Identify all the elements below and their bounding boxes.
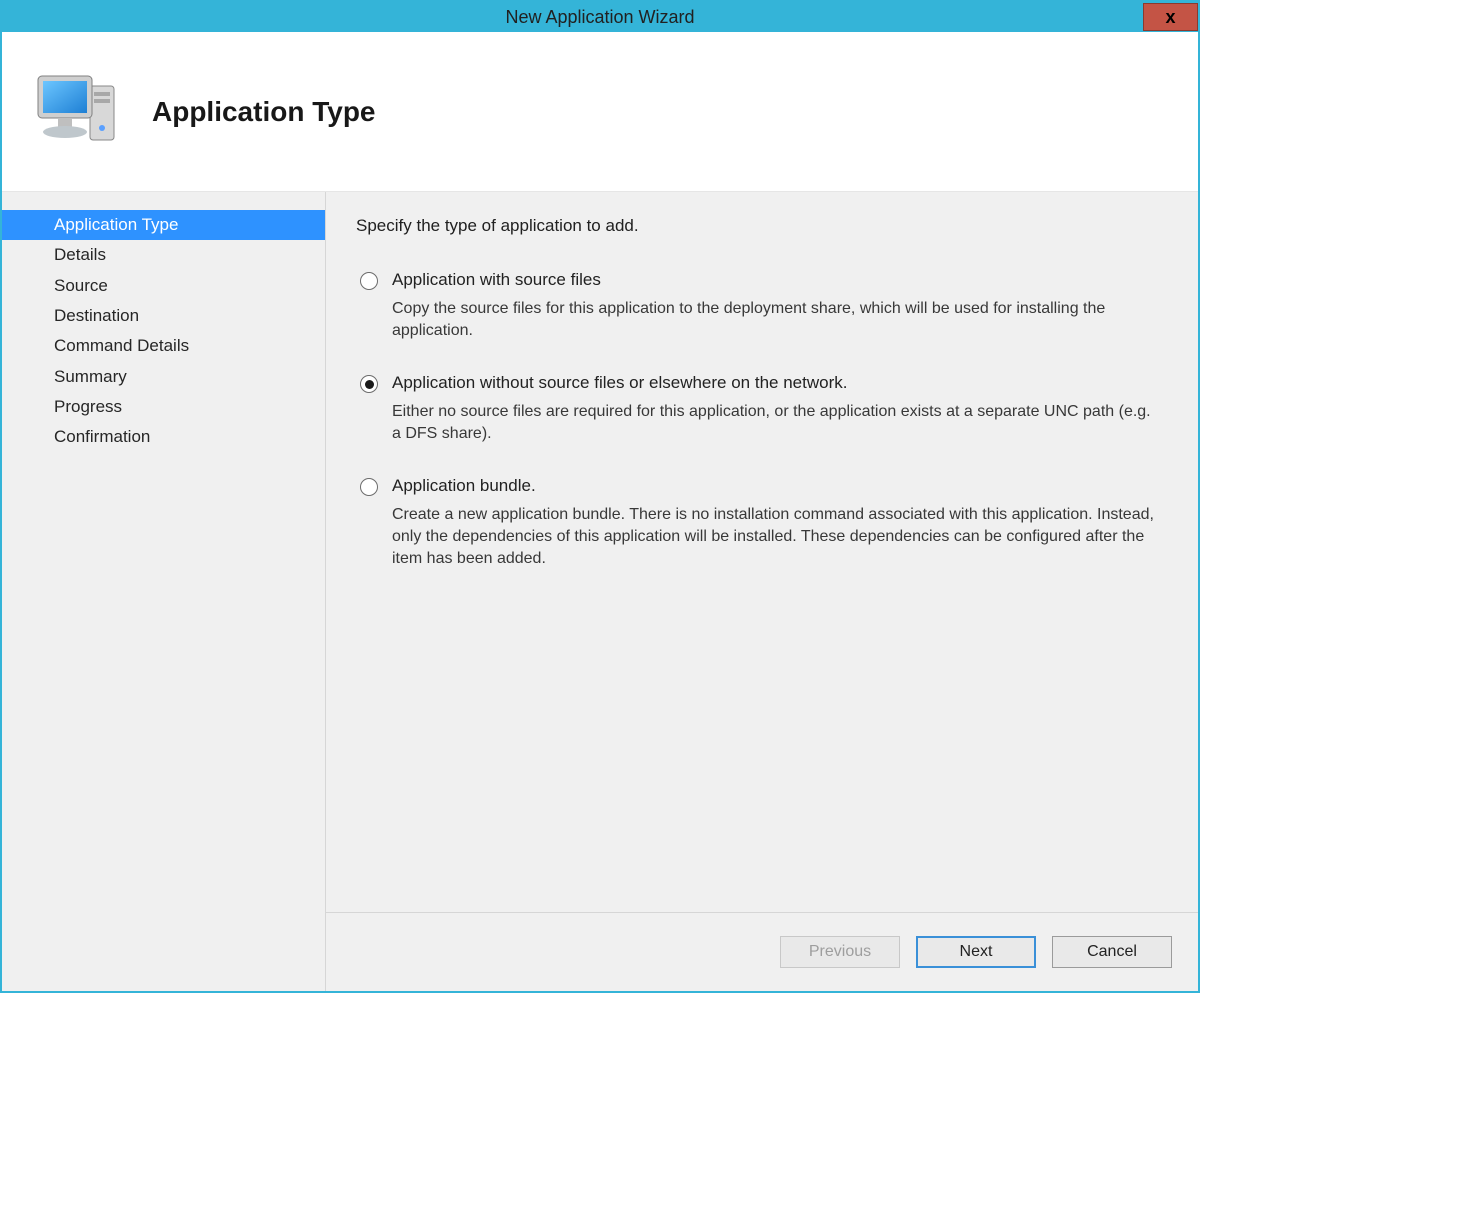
wizard-window: New Application Wizard x: [0, 0, 1200, 993]
option-label: Application bundle.: [392, 476, 1168, 496]
wizard-step-destination[interactable]: Destination: [2, 301, 325, 331]
instruction-text: Specify the type of application to add.: [356, 216, 1168, 236]
option-row: Application with source files Copy the so…: [356, 270, 1168, 341]
page-title: Application Type: [152, 96, 376, 128]
option-description: Create a new application bundle. There i…: [392, 504, 1168, 569]
window-title: New Application Wizard: [2, 7, 1198, 28]
wizard-body: Application TypeDetailsSourceDestination…: [2, 192, 1198, 991]
previous-button: Previous: [780, 936, 900, 968]
computer-icon: [32, 68, 122, 155]
option-text: Application bundle. Create a new applicat…: [392, 476, 1168, 569]
option-description: Either no source files are required for …: [392, 401, 1168, 444]
wizard-step-details[interactable]: Details: [2, 240, 325, 270]
wizard-steps-sidebar: Application TypeDetailsSourceDestination…: [2, 192, 326, 991]
wizard-header: Application Type: [2, 32, 1198, 192]
cancel-button[interactable]: Cancel: [1052, 936, 1172, 968]
wizard-step-command-details[interactable]: Command Details: [2, 331, 325, 361]
content-wrap: Specify the type of application to add. …: [326, 192, 1198, 991]
wizard-content: Specify the type of application to add. …: [326, 192, 1198, 913]
option-text: Application without source files or else…: [392, 373, 1168, 444]
wizard-step-progress[interactable]: Progress: [2, 392, 325, 422]
option-description: Copy the source files for this applicati…: [392, 298, 1168, 341]
wizard-step-confirmation[interactable]: Confirmation: [2, 422, 325, 452]
radio-option-1[interactable]: [360, 375, 378, 393]
radio-option-0[interactable]: [360, 272, 378, 290]
wizard-footer: Previous Next Cancel: [326, 913, 1198, 991]
next-button[interactable]: Next: [916, 936, 1036, 968]
option-label: Application without source files or else…: [392, 373, 1168, 393]
wizard-step-application-type[interactable]: Application Type: [2, 210, 325, 240]
option-text: Application with source files Copy the so…: [392, 270, 1168, 341]
option-label: Application with source files: [392, 270, 1168, 290]
radio-option-2[interactable]: [360, 478, 378, 496]
wizard-step-source[interactable]: Source: [2, 271, 325, 301]
option-row: Application bundle. Create a new applicat…: [356, 476, 1168, 569]
wizard-step-summary[interactable]: Summary: [2, 362, 325, 392]
titlebar: New Application Wizard x: [2, 2, 1198, 32]
option-row: Application without source files or else…: [356, 373, 1168, 444]
